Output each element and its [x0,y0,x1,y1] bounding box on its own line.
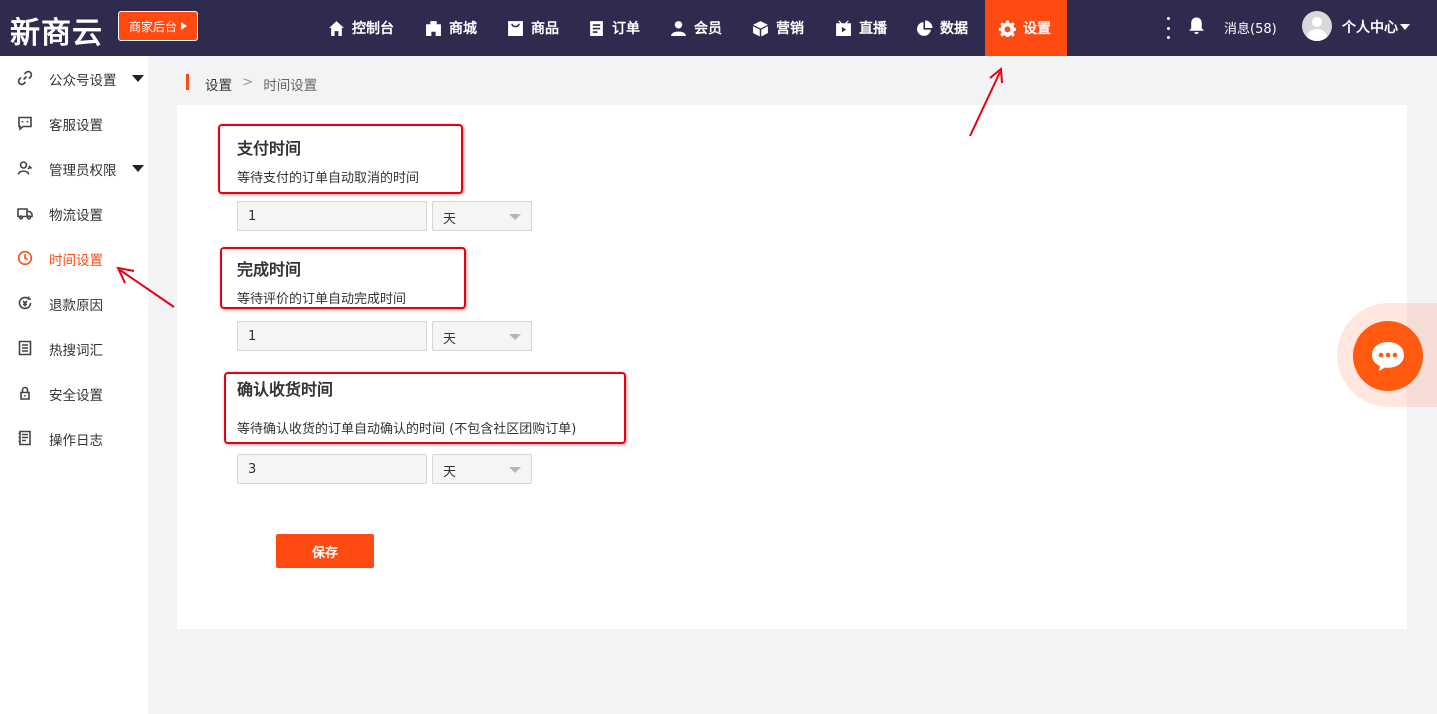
sidebar-item-label: 物流设置 [49,208,103,224]
sidebar-item-refund-reasons[interactable]: 退款原因 [0,281,148,326]
play-arrow-icon [181,22,187,30]
sidebar-item-operation-log[interactable]: 操作日志 [0,416,148,461]
nav-members[interactable]: 会员 [670,0,722,56]
admin-icon [17,160,33,176]
nav-mall[interactable]: 商城 [425,0,477,56]
bell-icon[interactable] [1188,17,1205,39]
user-center-menu[interactable]: 个人中心 [1342,17,1410,37]
log-icon [17,430,33,446]
chevron-down-icon [509,467,521,473]
nav-members-label: 会员 [694,21,722,37]
merchant-backend-label: 商家后台 [128,19,177,34]
confirm-receipt-unit-select[interactable]: 天 [432,454,532,484]
building-icon [426,20,441,36]
user-icon [671,20,686,36]
more-vertical-icon[interactable] [1167,17,1171,39]
payment-time-input[interactable] [237,201,427,231]
save-button[interactable]: 保存 [276,534,374,568]
nav-orders-label: 订单 [612,21,640,37]
confirm-receipt-input[interactable] [237,454,427,484]
breadcrumb-separator: > [242,74,254,90]
box-icon [753,20,768,36]
messages-link[interactable]: 消息(58) [1224,18,1277,37]
clock-icon [17,250,33,266]
order-icon [590,20,603,36]
sidebar-item-label: 客服设置 [49,118,103,134]
complete-time-input[interactable] [237,321,427,351]
highlight-box [224,372,626,444]
breadcrumb: 设置 > 时间设置 [205,74,317,94]
pie-icon [917,20,933,36]
highlight-box [220,247,466,309]
sidebar-item-label: 热搜词汇 [49,343,103,359]
sidebar-item-label: 操作日志 [49,433,103,449]
truck-icon [17,205,33,221]
gear-icon [999,20,1016,37]
top-navbar: 新商云 商家后台 控制台 商城 商品 订单 会员 营销 直播 数据 设置 消息(… [0,0,1437,56]
live-icon [836,20,851,36]
caret-down-icon [132,75,144,82]
merchant-backend-button[interactable]: 商家后台 [118,11,198,41]
select-value: 天 [443,332,457,347]
caret-down-icon [132,165,144,172]
complete-time-unit-select[interactable]: 天 [432,321,532,351]
nav-products-label: 商品 [531,21,559,37]
nav-marketing-label: 营销 [776,21,804,37]
nav-marketing[interactable]: 营销 [752,0,804,56]
link-icon [17,70,33,86]
select-value: 天 [443,465,457,480]
avatar[interactable] [1302,11,1332,41]
sidebar-item-label: 管理员权限 [49,163,117,179]
chat-icon [17,115,33,131]
sidebar-item-hot-search[interactable]: 热搜词汇 [0,326,148,371]
nav-live[interactable]: 直播 [835,0,887,56]
chevron-down-icon [509,334,521,340]
home-icon [329,20,344,36]
chevron-down-icon [509,214,521,220]
sidebar-item-label: 时间设置 [49,253,103,269]
list-icon [17,340,33,356]
highlight-box [218,124,463,194]
nav-data[interactable]: 数据 [916,0,968,56]
refund-icon [17,295,33,311]
chat-bubble-icon [1372,342,1404,371]
sidebar-item-customer-service[interactable]: 客服设置 [0,101,148,146]
lock-icon [17,385,33,401]
payment-time-unit-select[interactable]: 天 [432,201,532,231]
sidebar-item-label: 公众号设置 [49,73,117,89]
customer-chat-button[interactable] [1353,321,1423,391]
sidebar-item-official-account[interactable]: 公众号设置 [0,56,148,101]
sidebar-item-label: 退款原因 [49,298,103,314]
user-center-label: 个人中心 [1342,20,1398,36]
sidebar-item-logistics[interactable]: 物流设置 [0,191,148,236]
breadcrumb-root[interactable]: 设置 [205,74,232,94]
sidebar-item-admin-permissions[interactable]: 管理员权限 [0,146,148,191]
app-logo[interactable]: 新商云 [10,8,103,52]
nav-products[interactable]: 商品 [507,0,559,56]
breadcrumb-current: 时间设置 [263,78,318,94]
nav-settings[interactable]: 设置 [985,0,1067,56]
nav-live-label: 直播 [859,21,887,37]
nav-mall-label: 商城 [449,21,477,37]
nav-dashboard-label: 控制台 [352,21,394,37]
nav-orders[interactable]: 订单 [588,0,640,56]
sidebar-item-security[interactable]: 安全设置 [0,371,148,416]
sidebar-item-time-settings[interactable]: 时间设置 [0,236,148,281]
bag-icon [508,20,523,36]
nav-dashboard[interactable]: 控制台 [328,0,394,56]
caret-down-icon [1400,24,1410,30]
select-value: 天 [443,212,457,227]
sidebar-item-label: 安全设置 [49,388,103,404]
breadcrumb-accent-bar [186,74,189,90]
nav-settings-label: 设置 [1023,21,1051,37]
nav-data-label: 数据 [940,21,968,37]
sidebar: 公众号设置 客服设置 管理员权限 物流设置 时间设置 退款原因 热搜词汇 安全设… [0,56,148,714]
